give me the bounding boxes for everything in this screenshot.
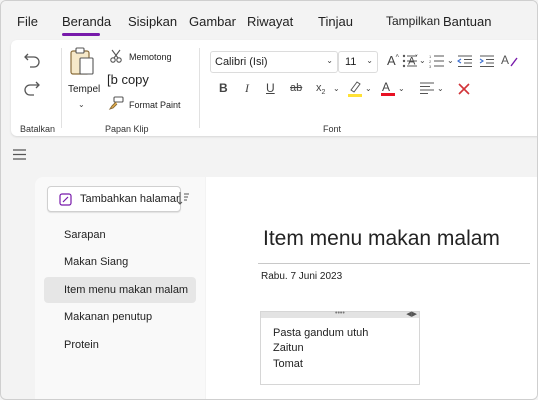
page-item-sarapan[interactable]: Sarapan (44, 222, 196, 248)
paste-dropdown-chevron-icon[interactable]: ⌄ (78, 100, 85, 109)
note-line[interactable]: Zaitun (273, 342, 304, 354)
chevron-down-icon[interactable]: ⌄ (365, 84, 372, 93)
highlight-icon[interactable] (347, 80, 363, 98)
bold-icon[interactable]: B (219, 81, 228, 95)
font-name-value: Calibri (Isi) (215, 56, 268, 68)
numbered-list-icon[interactable]: 1 2 3 (429, 54, 445, 68)
note-container-handle[interactable]: •••• ◀▶ (261, 310, 419, 318)
note-line[interactable]: Pasta gandum utuh (273, 327, 368, 339)
styles-icon[interactable]: A (501, 52, 519, 68)
menu-sisipkan[interactable]: Sisipkan (128, 14, 177, 29)
svg-text:A: A (382, 80, 390, 94)
svg-text:3: 3 (429, 64, 432, 68)
strikethrough-icon[interactable]: ab (290, 82, 302, 94)
underline-icon[interactable]: U (266, 81, 275, 95)
clear-formatting-icon[interactable] (457, 82, 471, 96)
chevron-down-icon[interactable]: ⌄ (447, 56, 454, 65)
align-icon[interactable] (419, 82, 435, 94)
scissors-icon[interactable] (109, 49, 123, 63)
undo-icon[interactable] (23, 52, 41, 68)
ribbon-separator (199, 48, 200, 128)
format-paint-label[interactable]: Format Paint (129, 100, 181, 110)
add-page-icon (59, 193, 72, 206)
increase-indent-icon[interactable] (479, 54, 495, 68)
menu-file[interactable]: File (17, 14, 38, 29)
clipboard-group-label: Papan Klip (105, 124, 149, 134)
subscript-icon[interactable]: x2 (316, 82, 325, 96)
note-container[interactable]: •••• ◀▶ Pasta gandum utuh Zaitun Tomat (260, 310, 420, 385)
ribbon: Batalkan Tempel ⌄ Memotong [b copy Forma… (11, 40, 537, 136)
menu-beranda[interactable]: Beranda (62, 14, 111, 29)
add-page-label: Tambahkan halaman (80, 193, 181, 205)
paste-label[interactable]: Tempel (68, 84, 100, 95)
menu-bar: File Beranda Sisipkan Gambar Riwayat Tin… (1, 1, 537, 39)
page-item-label: Makan Siang (64, 256, 129, 268)
ribbon-separator (61, 48, 62, 128)
font-size-value: 11 (345, 56, 357, 68)
font-size-select[interactable]: 11 ⌄ (338, 51, 378, 73)
font-name-select[interactable]: Calibri (Isi) ⌄ (210, 51, 338, 73)
title-divider (258, 263, 530, 264)
page-item-protein[interactable]: Protein (44, 332, 196, 358)
hamburger-menu-icon[interactable] (13, 149, 26, 160)
menu-riwayat[interactable]: Riwayat (247, 14, 293, 29)
grow-font-icon[interactable]: A^ (387, 53, 399, 68)
chevron-down-icon[interactable]: ⌄ (333, 84, 340, 93)
page-item-item-menu-makan-malam[interactable]: Item menu makan malam (44, 277, 196, 303)
page-item-label: Item menu makan malam (64, 284, 189, 296)
page-date: Rabu. 7 Juni 2023 (261, 271, 343, 282)
chevron-down-icon[interactable]: ⌄ (419, 56, 426, 65)
page-item-makan-siang[interactable]: Makan Siang (44, 249, 196, 275)
page-item-makanan-penutup[interactable]: Makanan penutup (44, 304, 196, 330)
page-item-label: Protein (64, 339, 99, 351)
chevron-down-icon[interactable]: ⌄ (398, 84, 405, 93)
copy-label[interactable]: [b copy (107, 72, 149, 87)
chevron-down-icon: ⌄ (326, 56, 333, 65)
redo-icon[interactable] (23, 80, 41, 96)
decrease-indent-icon[interactable] (457, 54, 473, 68)
note-line[interactable]: Tomat (273, 358, 303, 370)
undo-group-label: Batalkan (20, 124, 56, 134)
page-title[interactable]: Item menu makan malam (263, 227, 500, 251)
page-item-label: Makanan penutup (64, 311, 153, 323)
chevron-down-icon: ⌄ (366, 56, 373, 65)
svg-text:A: A (501, 53, 509, 67)
resize-handle-icon[interactable]: ◀▶ (406, 310, 417, 318)
format-painter-icon[interactable] (108, 96, 124, 110)
chevron-down-icon[interactable]: ⌄ (437, 84, 444, 93)
font-color-icon[interactable]: A (380, 79, 396, 97)
menu-tinjau[interactable]: Tinjau (318, 14, 353, 29)
active-tab-indicator (62, 33, 100, 36)
paste-icon[interactable] (69, 46, 95, 76)
cut-label[interactable]: Memotong (129, 52, 172, 62)
menu-gambar[interactable]: Gambar (189, 14, 236, 29)
font-group-label: Font (323, 124, 342, 134)
menu-tampilkan[interactable]: Tampilkan (386, 14, 440, 28)
page-item-label: Sarapan (64, 229, 106, 241)
sort-icon[interactable] (177, 191, 189, 205)
add-page-button[interactable]: Tambahkan halaman (47, 186, 181, 212)
italic-icon[interactable]: I (245, 81, 249, 96)
bullet-list-icon[interactable] (402, 54, 418, 68)
onenote-window: File Beranda Sisipkan Gambar Riwayat Tin… (0, 0, 538, 400)
menu-bantuan[interactable]: Bantuan (443, 14, 491, 29)
drag-handle-icon[interactable]: •••• (335, 310, 345, 317)
